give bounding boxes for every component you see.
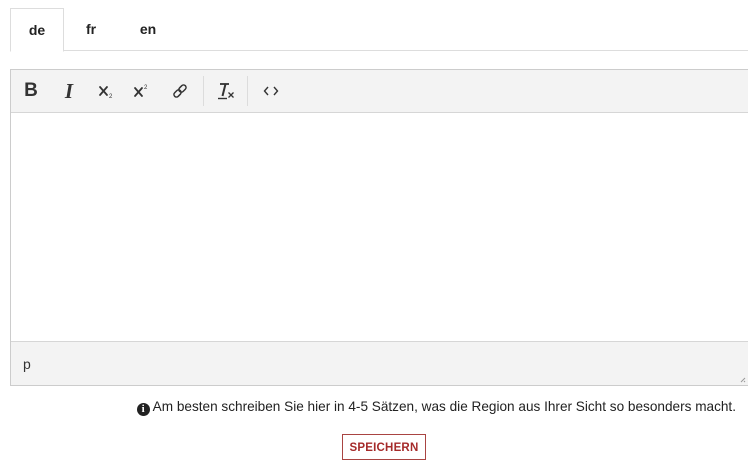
tab-fr[interactable]: fr bbox=[76, 8, 106, 51]
hint-label: Am besten schreiben Sie hier in 4-5 Sätz… bbox=[152, 399, 736, 414]
bold-button[interactable]: B bbox=[17, 78, 45, 104]
toolbar-separator bbox=[203, 76, 204, 106]
source-code-button[interactable] bbox=[257, 78, 285, 104]
page: de fr en B I 2 2 p i Am besten schreiben… bbox=[0, 0, 748, 461]
link-icon bbox=[173, 84, 187, 98]
info-icon: i bbox=[136, 403, 150, 416]
subscript-icon: 2 bbox=[99, 86, 113, 99]
subscript-button[interactable]: 2 bbox=[93, 78, 121, 104]
tab-en[interactable]: en bbox=[130, 8, 166, 51]
editor-statusbar: p bbox=[11, 341, 748, 385]
tab-de[interactable]: de bbox=[10, 8, 64, 52]
editor-content-area[interactable] bbox=[11, 113, 748, 342]
superscript-icon: 2 bbox=[134, 85, 148, 97]
rich-text-editor: B I 2 2 p bbox=[10, 69, 748, 386]
superscript-button[interactable]: 2 bbox=[128, 78, 156, 104]
clear-formatting-button[interactable] bbox=[212, 78, 240, 104]
hint-text: i Am besten schreiben Sie hier in 4-5 Sät… bbox=[0, 399, 748, 416]
svg-text:2: 2 bbox=[144, 85, 148, 91]
clear-formatting-icon bbox=[218, 83, 234, 100]
italic-icon: I bbox=[64, 78, 74, 103]
element-path[interactable]: p bbox=[23, 356, 31, 372]
editor-toolbar: B I 2 2 bbox=[11, 70, 748, 113]
code-icon bbox=[263, 86, 279, 96]
link-button[interactable] bbox=[166, 78, 194, 104]
italic-button[interactable]: I bbox=[55, 78, 83, 104]
toolbar-separator bbox=[247, 76, 248, 106]
bold-icon: B bbox=[24, 80, 38, 101]
language-tabs: de fr en bbox=[10, 8, 748, 52]
save-button[interactable]: SPEICHERN bbox=[342, 434, 426, 460]
svg-text:2: 2 bbox=[109, 94, 113, 99]
resize-handle-icon[interactable] bbox=[740, 377, 746, 383]
